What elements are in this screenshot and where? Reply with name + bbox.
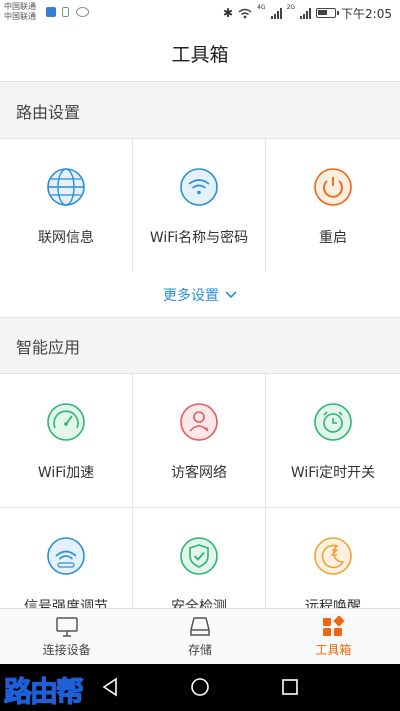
tool-label: 安全检测 [171, 599, 227, 608]
tool-signal-strength[interactable]: 信号强度调节 [0, 508, 133, 608]
sim-icon [62, 7, 69, 17]
globe-icon [47, 168, 85, 206]
signal-1-icon [270, 7, 282, 19]
tool-label: WiFi定时开关 [290, 465, 376, 481]
wifi-status-icon [238, 8, 252, 18]
tool-label: WiFi名称与密码 [149, 230, 249, 246]
power-icon [314, 168, 352, 206]
router-settings-grid: 联网信息 WiFi名称与密码 重启 [0, 139, 400, 273]
chevron-down-icon [225, 290, 237, 298]
tool-restart[interactable]: 重启 [266, 139, 400, 273]
bluetooth-icon: ✱ [223, 6, 234, 20]
recent-apps-button[interactable] [280, 677, 300, 697]
network-type-1: 4G [257, 4, 266, 11]
toolbox-icon [323, 615, 345, 636]
tab-label: 连接设备 [42, 642, 91, 657]
clock: 下午2:05 [341, 6, 392, 21]
page-header: 工具箱 [0, 26, 400, 82]
network-type-2: 2G [286, 4, 296, 11]
tool-label: 远程唤醒 [305, 599, 361, 608]
tab-toolbox[interactable]: 工具箱 [267, 609, 400, 664]
carrier-info: 中国联通 中国联通 [4, 2, 36, 22]
more-settings-button[interactable]: 更多设置 [0, 272, 400, 318]
tool-label: 访客网络 [171, 465, 227, 481]
tool-wifi-name-password[interactable]: WiFi名称与密码 [133, 139, 266, 273]
bottom-tab-bar: 连接设备 存储 工具箱 [0, 608, 400, 664]
tool-wifi-boost[interactable]: WiFi加速 [0, 374, 133, 508]
carrier-1: 中国联通 [4, 2, 36, 11]
tab-storage[interactable]: 存储 [133, 609, 266, 664]
status-bar: 中国联通 中国联通 ✱ 4G 2G 下午2:05 [0, 0, 400, 26]
tool-label: 联网信息 [38, 230, 94, 246]
watermark-logo: 路由帮 [3, 674, 84, 708]
more-settings-label: 更多设置 [163, 287, 219, 304]
home-button[interactable] [190, 677, 210, 697]
signal-2-icon [300, 7, 312, 19]
section-smart-apps: 智能应用 [0, 318, 400, 374]
tool-guest-network[interactable]: 访客网络 [133, 374, 266, 508]
shield-check-icon [180, 537, 218, 575]
battery-icon [316, 8, 340, 18]
guest-user-icon [180, 403, 218, 441]
notification-app-icon [46, 7, 56, 17]
wechat-icon [76, 7, 89, 17]
wifi-icon [180, 168, 218, 206]
monitor-icon [55, 616, 78, 637]
section-title: 路由设置 [16, 102, 81, 122]
tool-wifi-schedule[interactable]: WiFi定时开关 [266, 374, 400, 508]
alarm-clock-icon [314, 403, 352, 441]
speedometer-icon [47, 403, 85, 441]
tab-label: 工具箱 [315, 642, 352, 657]
moon-sleep-icon [314, 537, 352, 575]
drive-icon [190, 616, 210, 636]
tool-label: WiFi加速 [37, 465, 95, 481]
section-router-settings: 路由设置 [0, 83, 400, 139]
tool-label: 重启 [319, 230, 347, 246]
tool-remote-wake[interactable]: 远程唤醒 [266, 508, 400, 608]
tool-security-check[interactable]: 安全检测 [133, 508, 266, 608]
back-button[interactable] [100, 677, 120, 697]
smart-apps-grid: WiFi加速 访客网络 WiFi定时开关 信号强度调节 安全检测 远程唤醒 [0, 374, 400, 608]
tab-label: 存储 [187, 642, 212, 657]
tool-network-info[interactable]: 联网信息 [0, 139, 133, 273]
section-title: 智能应用 [16, 337, 81, 357]
carrier-2: 中国联通 [4, 12, 36, 21]
status-icons: ✱ 4G 2G 下午2:05 [223, 5, 392, 21]
signal-wifi-icon [47, 537, 85, 575]
system-nav-bar: 路由帮 [0, 664, 400, 711]
page-title: 工具箱 [171, 44, 229, 66]
tab-connected-devices[interactable]: 连接设备 [0, 609, 133, 664]
tool-label: 信号强度调节 [24, 599, 108, 608]
